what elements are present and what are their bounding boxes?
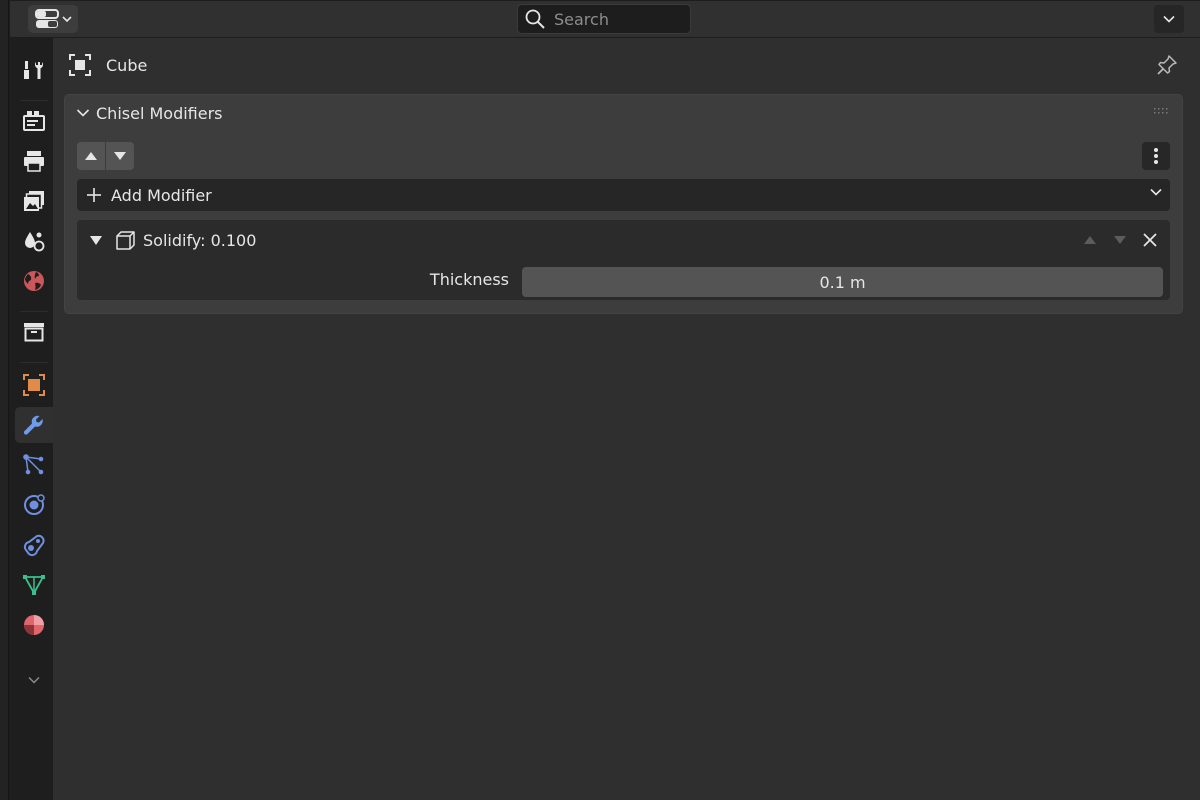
wrench-icon xyxy=(23,415,43,435)
solidify-icon xyxy=(116,231,135,250)
physics-icon xyxy=(24,494,45,515)
editor-type-icon xyxy=(35,9,59,28)
object-icon xyxy=(69,54,91,76)
view-layer-tab[interactable] xyxy=(15,183,53,219)
physics-tab[interactable] xyxy=(15,487,53,523)
more-tabs-button[interactable] xyxy=(15,662,53,698)
solidify-modifier: Solidify: 0.100 Thickness 0.1 m xyxy=(77,220,1170,300)
thickness-label: Thickness xyxy=(429,270,509,289)
modifier-title: Solidify: 0.100 xyxy=(143,230,257,250)
vertical-dots-icon xyxy=(1154,148,1158,164)
particles-icon xyxy=(23,454,44,475)
particles-tab[interactable] xyxy=(15,447,53,483)
triangle-down-icon xyxy=(1114,236,1126,244)
triangle-up-icon xyxy=(85,152,97,160)
data-tab[interactable] xyxy=(15,567,53,603)
material-icon xyxy=(24,615,44,635)
search-field[interactable] xyxy=(517,4,691,34)
move-up-button[interactable] xyxy=(77,142,105,170)
triangle-down-icon xyxy=(114,152,126,160)
object-icon xyxy=(23,374,45,396)
chisel-modifiers-panel: Chisel Modifiers Add Modifier Solidify: … xyxy=(64,94,1183,314)
context-path: Cube xyxy=(68,52,147,78)
view-layer-icon xyxy=(24,191,44,211)
render-icon xyxy=(23,111,45,131)
modifiers-tab[interactable] xyxy=(15,407,53,443)
object-tab[interactable] xyxy=(15,367,53,403)
modifier-move-down-button[interactable] xyxy=(1108,228,1132,252)
move-down-button[interactable] xyxy=(106,142,134,170)
material-tab[interactable] xyxy=(15,607,53,643)
close-icon xyxy=(1143,233,1157,247)
disclosure-triangle-icon[interactable] xyxy=(89,234,103,246)
modifier-header[interactable]: Solidify: 0.100 xyxy=(77,220,1170,260)
search-icon xyxy=(525,9,545,29)
modifier-body: Thickness 0.1 m xyxy=(77,262,1170,300)
output-tab[interactable] xyxy=(15,143,53,179)
scene-icon xyxy=(25,232,45,252)
chevron-down-icon xyxy=(1150,188,1162,196)
collection-icon xyxy=(24,323,44,342)
world-icon xyxy=(24,271,44,291)
editor-type-button[interactable] xyxy=(28,5,78,33)
chevron-down-icon xyxy=(62,16,72,23)
move-buttons xyxy=(77,142,134,170)
world-tab[interactable] xyxy=(15,263,53,299)
thickness-field[interactable]: 0.1 m xyxy=(522,267,1163,297)
triangle-up-icon xyxy=(1084,236,1096,244)
add-modifier-button[interactable]: Add Modifier xyxy=(77,179,1170,211)
header-options-button[interactable] xyxy=(1154,5,1184,33)
pin-button[interactable] xyxy=(1154,52,1180,78)
tool-tab[interactable] xyxy=(15,52,53,88)
constraints-tab[interactable] xyxy=(15,527,53,563)
more-options-button[interactable] xyxy=(1142,142,1170,170)
output-icon xyxy=(24,151,44,172)
plus-icon xyxy=(87,188,101,202)
object-name: Cube xyxy=(106,55,148,75)
add-modifier-label: Add Modifier xyxy=(111,185,212,205)
mesh-data-icon xyxy=(23,575,45,595)
tool-icon xyxy=(24,61,43,79)
chevron-down-icon xyxy=(1163,15,1175,23)
collection-tab[interactable] xyxy=(15,314,53,350)
area-edge xyxy=(0,0,9,800)
render-tab[interactable] xyxy=(15,103,53,139)
chevron-down-icon xyxy=(76,109,90,117)
properties-editor: Cube Chisel Modifiers xyxy=(0,0,1200,800)
pin-icon xyxy=(1157,55,1177,75)
properties-tabs xyxy=(10,38,53,800)
modifier-move-up-button[interactable] xyxy=(1078,228,1102,252)
chevron-down-icon xyxy=(28,676,40,684)
search-input[interactable] xyxy=(554,9,684,29)
panel-header[interactable]: Chisel Modifiers xyxy=(65,95,1182,131)
panel-title: Chisel Modifiers xyxy=(96,103,223,123)
scene-tab[interactable] xyxy=(15,223,53,259)
modifier-controls xyxy=(1078,228,1162,252)
constraints-icon xyxy=(23,534,45,557)
editor-header xyxy=(10,1,1200,37)
drag-handle-icon[interactable] xyxy=(1154,108,1170,116)
properties-content: Cube Chisel Modifiers Add Modifier Solid… xyxy=(53,38,1200,800)
remove-modifier-button[interactable] xyxy=(1138,228,1162,252)
